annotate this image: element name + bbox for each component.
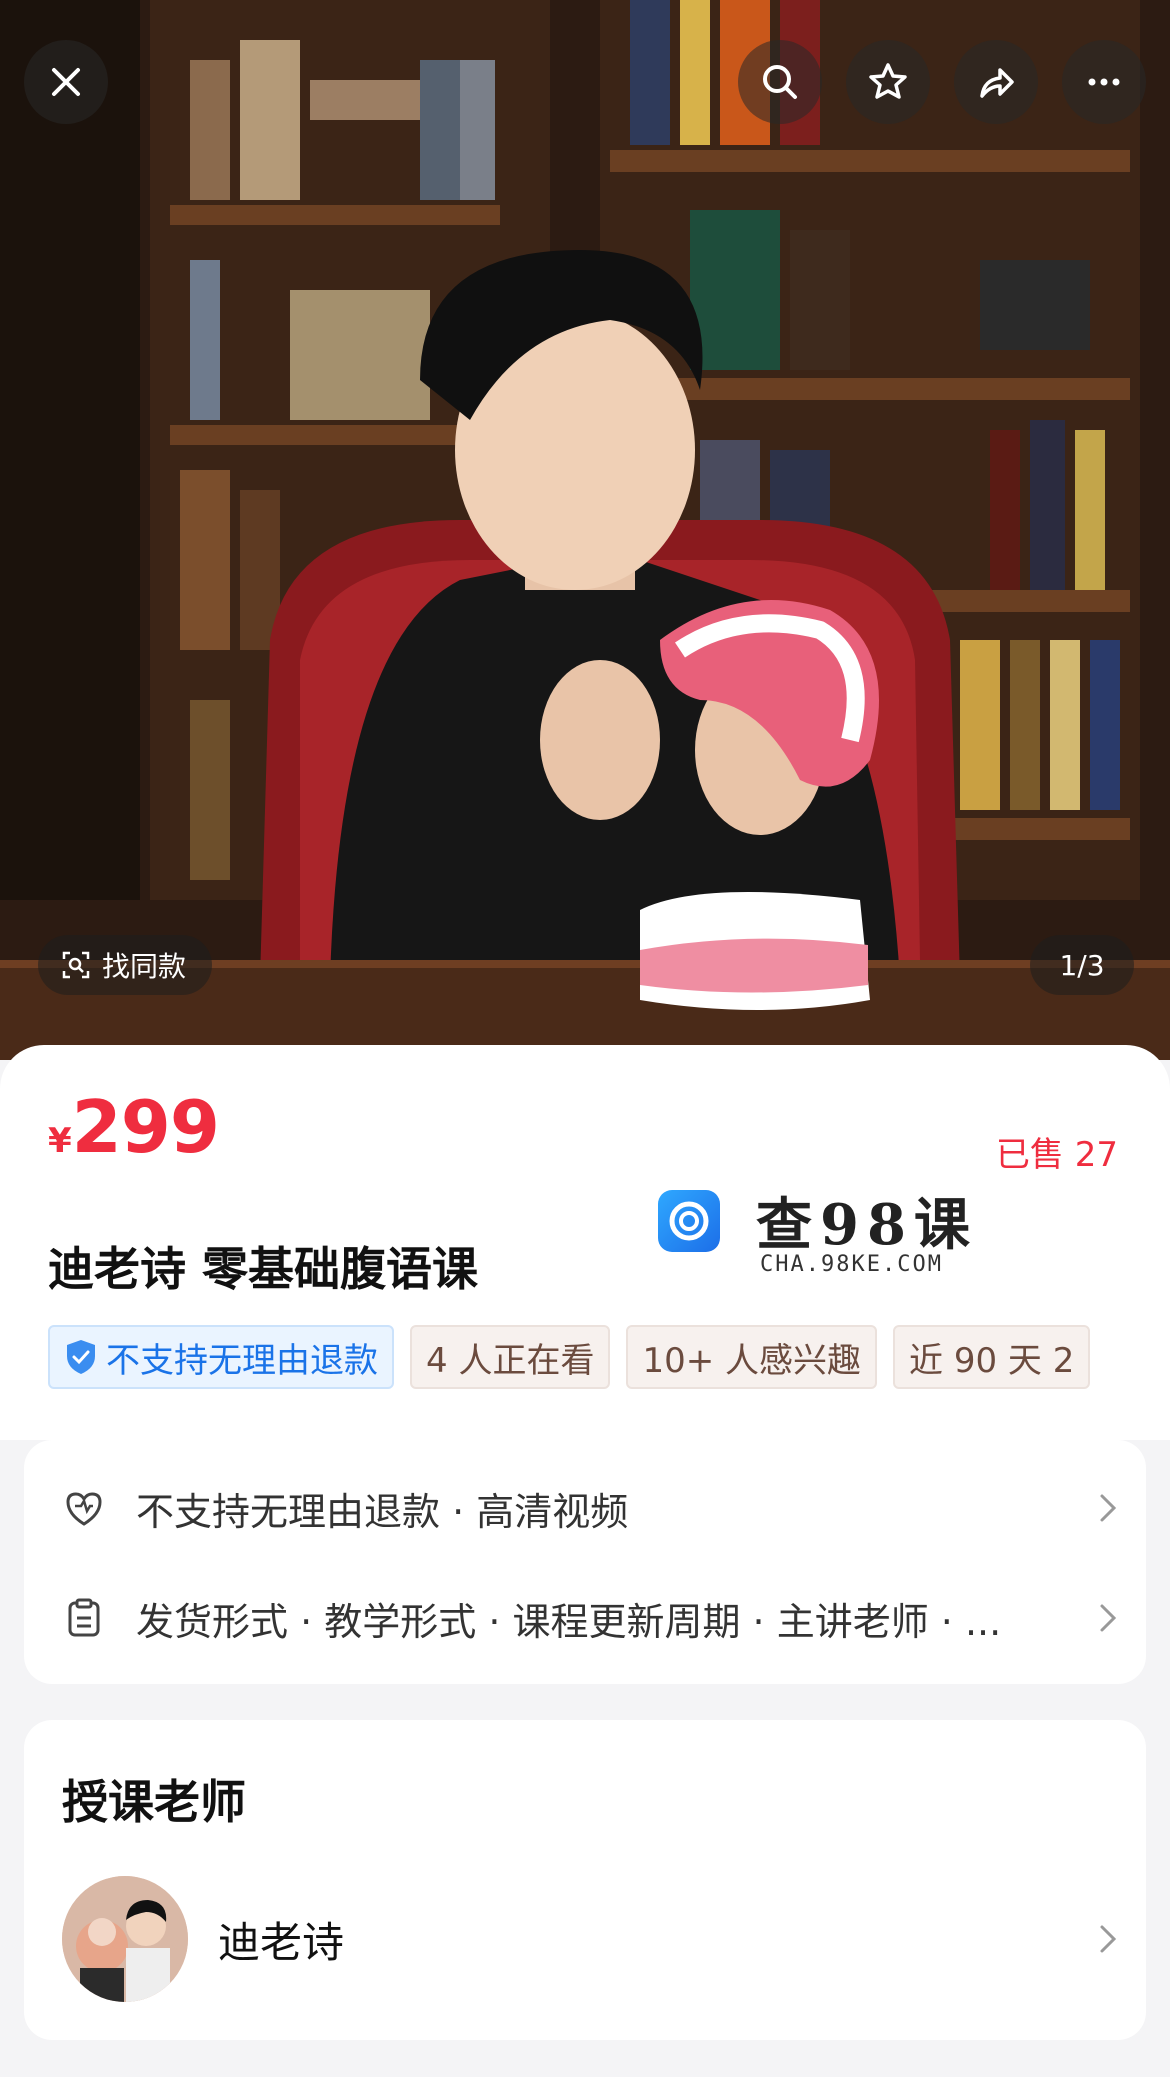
chevron-right-icon xyxy=(1100,1604,1117,1632)
watermark: 查98课 CHA.98KE.COM xyxy=(658,1180,978,1280)
teacher-card: 授课老师 迪老诗 xyxy=(24,1720,1146,2040)
close-button[interactable] xyxy=(24,40,108,124)
tag-refund-policy[interactable]: 不支持无理由退款 xyxy=(48,1325,394,1389)
image-pager: 1/3 xyxy=(1030,935,1134,995)
watermark-logo-icon xyxy=(658,1190,720,1252)
chevron-right-icon xyxy=(1100,1494,1117,1522)
sold-count: 已售 27 xyxy=(995,1135,1118,1175)
service-row-refund[interactable]: 不支持无理由退款 · 高清视频 xyxy=(62,1468,1122,1548)
tag-recent[interactable]: 近 90 天 2 xyxy=(893,1325,1091,1389)
share-button[interactable] xyxy=(954,40,1038,124)
service-card: 不支持无理由退款 · 高清视频 发货形式 · 教学形式 · 课程更新周期 · 主… xyxy=(24,1440,1146,1684)
search-icon xyxy=(763,65,797,99)
heart-shield-icon xyxy=(66,1492,102,1526)
star-icon xyxy=(869,63,907,99)
find-same-button[interactable]: 找同款 xyxy=(38,935,213,995)
service-row-details[interactable]: 发货形式 · 教学形式 · 课程更新周期 · 主讲老师 · ... xyxy=(62,1578,1122,1658)
tag-interested[interactable]: 10+ 人感兴趣 xyxy=(626,1325,878,1389)
scan-icon xyxy=(62,951,90,979)
close-icon xyxy=(52,68,80,96)
favorite-button[interactable] xyxy=(846,40,930,124)
product-title: 迪老诗 零基础腹语课 xyxy=(48,1242,479,1296)
clipboard-icon xyxy=(68,1598,100,1637)
search-button[interactable] xyxy=(738,40,822,124)
watermark-subtitle: CHA.98KE.COM xyxy=(760,1252,943,1277)
currency-symbol: ¥ xyxy=(48,1121,72,1161)
more-button[interactable] xyxy=(1062,40,1146,124)
product-info-card: ¥299 已售 27 查98课 CHA.98KE.COM 迪老诗 零基础腹语课 … xyxy=(0,1045,1170,1440)
product-image[interactable]: 找同款 1/3 xyxy=(0,0,1170,1060)
find-same-label: 找同款 xyxy=(102,950,187,983)
tag-list: 不支持无理由退款 4 人正在看 10+ 人感兴趣近 90 天 2 xyxy=(48,1325,1122,1391)
teacher-name: 迪老诗 xyxy=(218,1917,345,1967)
price: ¥299 xyxy=(48,1085,220,1169)
teacher-row[interactable]: 迪老诗 xyxy=(62,1876,1122,2002)
tag-viewing[interactable]: 4 人正在看 xyxy=(410,1325,611,1389)
service-row-details-text: 发货形式 · 教学形式 · 课程更新周期 · 主讲老师 · ... xyxy=(136,1599,1002,1644)
shield-icon xyxy=(67,1340,95,1374)
watermark-title: 查98课 xyxy=(756,1192,978,1258)
chevron-right-icon xyxy=(1100,1925,1117,1953)
more-icon xyxy=(1088,78,1120,86)
avatar xyxy=(62,1876,188,2002)
price-value: 299 xyxy=(71,1085,220,1169)
service-row-refund-text: 不支持无理由退款 · 高清视频 xyxy=(136,1489,629,1534)
product-photo xyxy=(0,0,1170,1060)
teacher-section-title: 授课老师 xyxy=(62,1775,246,1829)
share-icon xyxy=(980,68,1014,98)
